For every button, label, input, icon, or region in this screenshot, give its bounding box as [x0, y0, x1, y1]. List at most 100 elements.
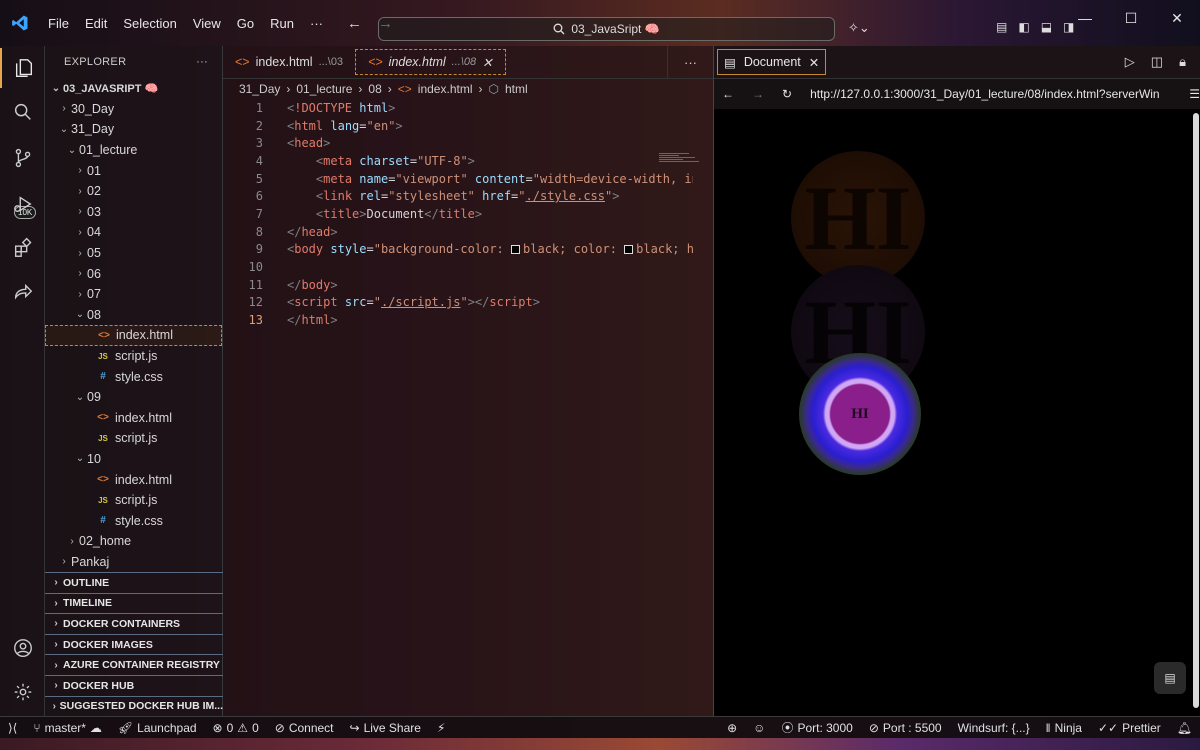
breadcrumb-item[interactable]: html [505, 82, 528, 96]
port-5500-status[interactable]: ⊘ Port : 5500 [861, 719, 950, 736]
notifications-bell-icon[interactable]: 🔔︎ [1169, 719, 1200, 736]
code-line[interactable]: 6 <link rel="stylesheet" href="./style.c… [223, 187, 713, 205]
panel-header[interactable]: › DOCKER HUB [45, 674, 223, 696]
menu-selection[interactable]: Selection [115, 16, 184, 31]
menu-go[interactable]: Go [229, 16, 262, 31]
tree-file[interactable]: JS script.js [45, 428, 222, 449]
editor-more-button[interactable]: ··· [667, 46, 713, 78]
back-arrow-icon[interactable]: ← [722, 87, 734, 101]
menu-more[interactable]: ··· [302, 16, 331, 31]
tree-file[interactable]: # style.css [45, 510, 222, 531]
tree-folder[interactable]: › 01 [45, 160, 222, 181]
panel-header[interactable]: › OUTLINE [45, 572, 223, 593]
code-line[interactable]: 11 </body> [223, 276, 713, 294]
tree-folder[interactable]: › 04 [45, 222, 222, 243]
launchpad-status[interactable]: 🚀︎ Launchpad [110, 721, 205, 735]
port-3000-status[interactable]: ⦿ Port: 3000 [773, 719, 860, 736]
tree-folder[interactable]: ⌄ 31_Day [45, 119, 222, 140]
menu-edit[interactable]: Edit [77, 16, 115, 31]
menu-run[interactable]: Run [262, 16, 302, 31]
url-field[interactable]: http://127.0.0.1:3000/31_Day/01_lecture/… [810, 87, 1171, 101]
code-line[interactable]: 10 [223, 258, 713, 276]
copilot-status-icon[interactable]: ☺ [745, 719, 773, 736]
close-window-button[interactable]: ✕ [1154, 10, 1200, 27]
hamburger-menu-icon[interactable]: ☰ [1189, 87, 1200, 101]
account-icon[interactable] [0, 628, 45, 668]
panel-header[interactable]: › SUGGESTED DOCKER HUB IM... [45, 695, 223, 717]
source-control-icon[interactable] [0, 138, 45, 178]
toggle-sidebar-icon[interactable]: ◧ [1018, 20, 1029, 34]
copilot-icon[interactable]: ✧⌄ [848, 20, 870, 36]
tree-file[interactable]: JS script.js [45, 490, 222, 511]
tree-file[interactable]: <> index.html [45, 325, 222, 346]
zoom-icon[interactable]: ⊕ [719, 719, 745, 736]
code-line[interactable]: 12 <script src="./script.js"></script> [223, 294, 713, 312]
problems-status[interactable]: ⊗ 0 ⚠ 0 [205, 721, 267, 735]
customize-layout-icon[interactable]: ▤ [996, 20, 1007, 34]
scrollbar[interactable] [1193, 113, 1199, 708]
windsurf-status[interactable]: Windsurf: {...} [950, 719, 1038, 736]
connect-status[interactable]: ⊘ Connect [267, 721, 342, 735]
forward-arrow-icon[interactable]: → [752, 87, 764, 101]
tree-folder[interactable]: › 02_home [45, 531, 222, 552]
code-line[interactable]: 8 </head> [223, 223, 713, 241]
breadcrumb-item[interactable]: 08 [368, 82, 381, 96]
tree-folder[interactable]: › 03 [45, 202, 222, 223]
run-icon[interactable]: ▷ [1125, 54, 1135, 70]
panel-header[interactable]: › TIMELINE [45, 592, 223, 614]
tree-folder[interactable]: ⌄ 01_lecture [45, 140, 222, 161]
tree-file[interactable]: <> index.html [45, 469, 222, 490]
panel-header[interactable]: › DOCKER CONTAINERS [45, 613, 223, 634]
panel-header[interactable]: › AZURE CONTAINER REGISTRY [45, 654, 223, 675]
floating-layout-button[interactable]: ▤ [1154, 662, 1186, 694]
menu-file[interactable]: File [40, 16, 77, 31]
code-line[interactable]: 1 <!DOCTYPE html> [223, 99, 713, 117]
page-viewport[interactable]: HI HI HI ▤ [714, 109, 1200, 716]
breadcrumb-item[interactable]: 31_Day [239, 82, 280, 96]
close-tab-icon[interactable]: ✕ [809, 55, 819, 70]
tab-index-html-08[interactable]: <> index.html ...\08 ✕ [355, 49, 506, 75]
tree-file[interactable]: # style.css [45, 366, 222, 387]
browser-tab[interactable]: ▤ Document ✕ [717, 49, 827, 75]
toggle-panel-icon[interactable]: ⬓ [1041, 20, 1052, 34]
branch-status[interactable]: ⑂ master* ☁︎ [25, 721, 110, 735]
code-line[interactable]: 2 <html lang="en"> [223, 117, 713, 135]
tree-folder[interactable]: › Pankaj [45, 552, 222, 573]
minimize-button[interactable]: — [1062, 10, 1108, 27]
code-line[interactable]: 3 <head> [223, 134, 713, 152]
tree-file[interactable]: <> index.html [45, 408, 222, 429]
back-arrow-icon[interactable]: ← [347, 15, 362, 32]
code-editor[interactable]: 1 <!DOCTYPE html> 2 <html lang="en"> 3 <head>… [223, 99, 713, 329]
ninja-status[interactable]: ‖ Ninja [1038, 719, 1090, 736]
remote-icon[interactable]: ⟩⟨ [0, 721, 25, 735]
tree-folder[interactable]: ⌄ 08 [45, 305, 222, 326]
search-icon[interactable] [0, 92, 45, 132]
tree-folder[interactable]: ⌄ 09 [45, 387, 222, 408]
tree-folder[interactable]: › 02 [45, 181, 222, 202]
tree-folder[interactable]: ⌄ 10 [45, 449, 222, 470]
maximize-button[interactable]: ☐ [1108, 10, 1154, 27]
lightning-icon[interactable]: ⚡︎ [429, 721, 453, 735]
code-line[interactable]: 7 <title>Document</title> [223, 205, 713, 223]
breadcrumb-item[interactable]: index.html [418, 82, 473, 96]
tree-file[interactable]: JS script.js [45, 346, 222, 367]
extensions-icon[interactable] [0, 228, 45, 268]
reload-icon[interactable]: ↻ [782, 87, 792, 101]
tree-folder[interactable]: › 30_Day [45, 99, 222, 120]
code-line[interactable]: 9 <body style="background-color: black; c… [223, 241, 713, 259]
breadcrumb-item[interactable]: 01_lecture [296, 82, 352, 96]
settings-gear-icon[interactable] [0, 672, 45, 712]
panel-header[interactable]: › DOCKER IMAGES [45, 633, 223, 655]
lock-icon[interactable]: 🔒︎ [1179, 54, 1186, 70]
live-share-status[interactable]: ↪ Live Share [342, 721, 429, 735]
menu-view[interactable]: View [185, 16, 229, 31]
tree-folder[interactable]: › 06 [45, 263, 222, 284]
split-editor-icon[interactable]: ◫ [1151, 54, 1163, 70]
workspace-root[interactable]: ⌄ 03_JAVASRIPT 🧠 [45, 78, 222, 99]
code-line[interactable]: 4 <meta charset="UTF-8"> [223, 152, 713, 170]
tree-folder[interactable]: › 05 [45, 243, 222, 264]
explorer-more-button[interactable]: ··· [196, 56, 208, 68]
live-share-icon[interactable] [0, 272, 45, 312]
tree-folder[interactable]: › 07 [45, 284, 222, 305]
tab-index-html-03[interactable]: <> index.html ...\03 [223, 46, 355, 78]
